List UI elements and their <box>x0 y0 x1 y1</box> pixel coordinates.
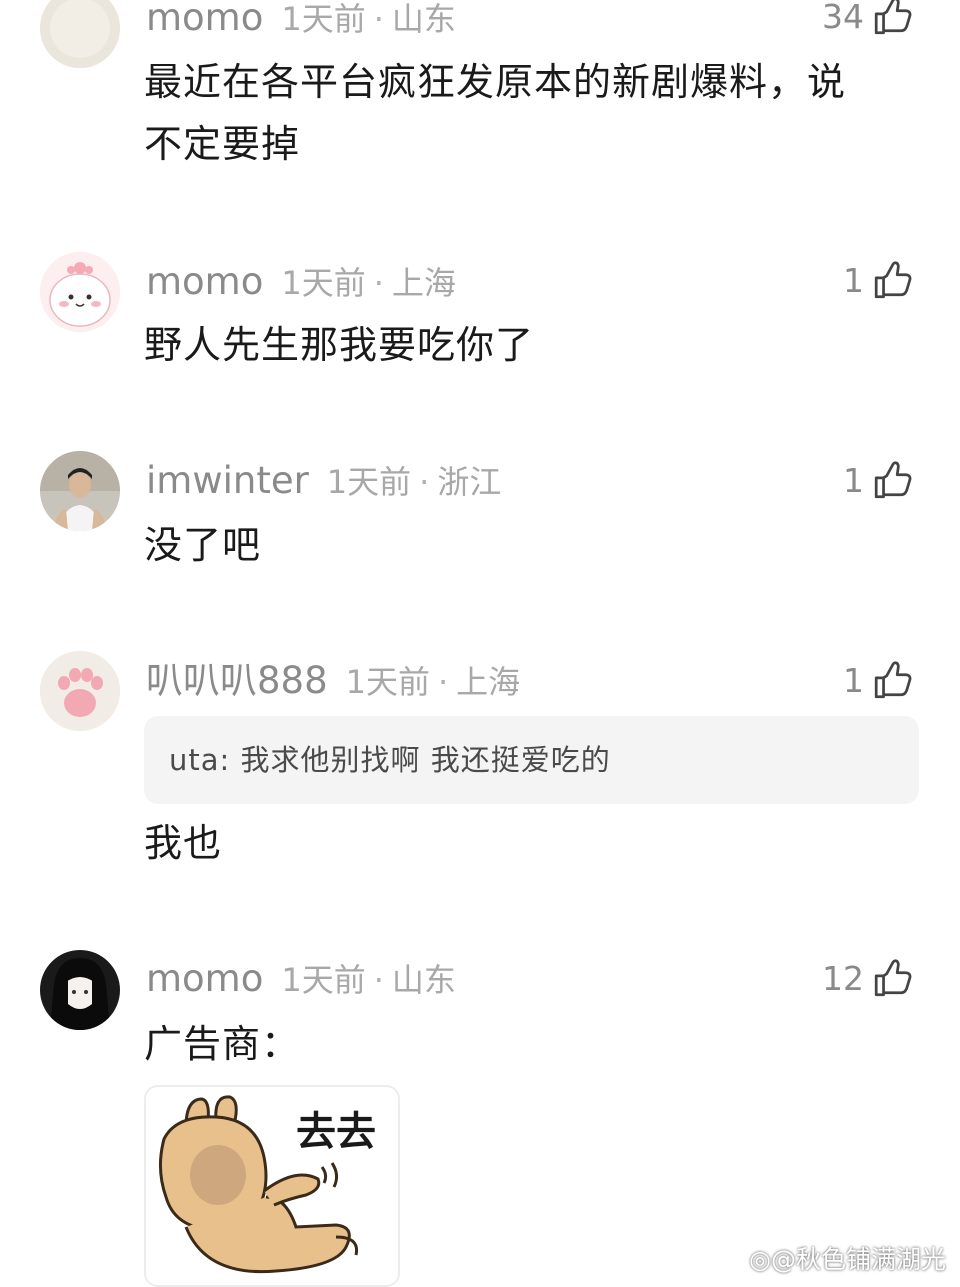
avatar-photo-image <box>40 451 120 531</box>
comment-meta: momo 1天前 · 上海 <box>146 260 456 304</box>
comment-time: 1天前 <box>326 463 412 501</box>
separator-dot: · <box>419 463 430 501</box>
avatar-anime-girl-image <box>40 950 120 1030</box>
avatar-paw-image <box>40 651 120 731</box>
comment-meta: momo 1天前 · 山东 <box>146 957 456 1001</box>
thumbs-up-icon <box>874 661 912 699</box>
like-button[interactable]: 1 <box>843 658 914 702</box>
like-button[interactable]: 1 <box>843 458 914 502</box>
comment-text-line: 不定要掉 <box>144 122 301 166</box>
like-button[interactable]: 12 <box>822 956 914 1000</box>
comment-location: 山东 <box>391 961 456 999</box>
comment-location: 上海 <box>456 663 521 701</box>
thumbs-up-icon <box>874 261 912 299</box>
avatar[interactable] <box>40 451 120 531</box>
username[interactable]: momo <box>146 957 263 1000</box>
separator-dot: · <box>438 663 449 701</box>
separator-dot: · <box>373 0 384 38</box>
comment-meta: momo 1天前 · 山东 <box>146 0 456 40</box>
comment-location: 上海 <box>391 264 456 302</box>
avatar[interactable] <box>40 651 120 731</box>
like-count: 34 <box>822 0 864 36</box>
thumbs-up-icon <box>874 0 912 35</box>
like-button[interactable]: 1 <box>843 258 914 302</box>
separator-dot: · <box>373 961 384 999</box>
comment-text: 没了吧 <box>144 523 262 567</box>
comment-text: 野人先生那我要吃你了 <box>144 323 535 367</box>
sticker-image[interactable]: 去去 <box>144 1085 400 1287</box>
username[interactable]: imwinter <box>146 459 309 502</box>
like-count: 1 <box>843 260 864 300</box>
watermark: ◎@秋色铺满湖光 <box>749 1240 946 1276</box>
username[interactable]: 叭叭叭888 <box>146 659 328 702</box>
comment-location: 浙江 <box>437 463 502 501</box>
comment-text: 我也 <box>144 821 223 865</box>
like-count: 1 <box>843 460 864 500</box>
comment-time: 1天前 <box>281 961 366 999</box>
comment-text: 最近在各平台疯狂发原本的新剧爆料，说 不定要掉 <box>144 51 910 175</box>
like-count: 12 <box>822 958 864 998</box>
like-button[interactable]: 34 <box>822 0 914 38</box>
thumbs-up-icon <box>874 461 912 499</box>
comment-time: 1天前 <box>281 0 366 38</box>
avatar-plain-image <box>40 0 120 68</box>
avatar[interactable] <box>40 252 120 332</box>
avatar[interactable] <box>40 950 120 1030</box>
thumbs-up-icon <box>874 959 912 997</box>
comment-location: 山东 <box>391 0 456 38</box>
quoted-reply[interactable]: uta: 我求他别找啊 我还挺爱吃的 <box>144 716 919 804</box>
username[interactable]: momo <box>146 260 263 303</box>
comment-meta: 叭叭叭888 1天前 · 上海 <box>146 659 520 703</box>
comment-text: 广告商： <box>144 1022 301 1066</box>
comment-meta: imwinter 1天前 · 浙江 <box>146 459 501 503</box>
weibo-logo-icon: ◎ <box>749 1245 771 1274</box>
comment-text-line: 最近在各平台疯狂发原本的新剧爆料，说 <box>144 60 847 104</box>
comment-time: 1天前 <box>345 663 430 701</box>
avatar[interactable] <box>40 0 120 68</box>
capybara-sticker-image: 去去 <box>146 1087 398 1285</box>
like-count: 1 <box>843 660 864 700</box>
comment-time: 1天前 <box>281 264 366 302</box>
avatar-cartoon-image <box>40 252 120 332</box>
separator-dot: · <box>373 264 384 302</box>
watermark-text: @秋色铺满湖光 <box>770 1245 946 1274</box>
sticker-caption: 去去 <box>296 1109 376 1155</box>
username[interactable]: momo <box>146 0 263 39</box>
